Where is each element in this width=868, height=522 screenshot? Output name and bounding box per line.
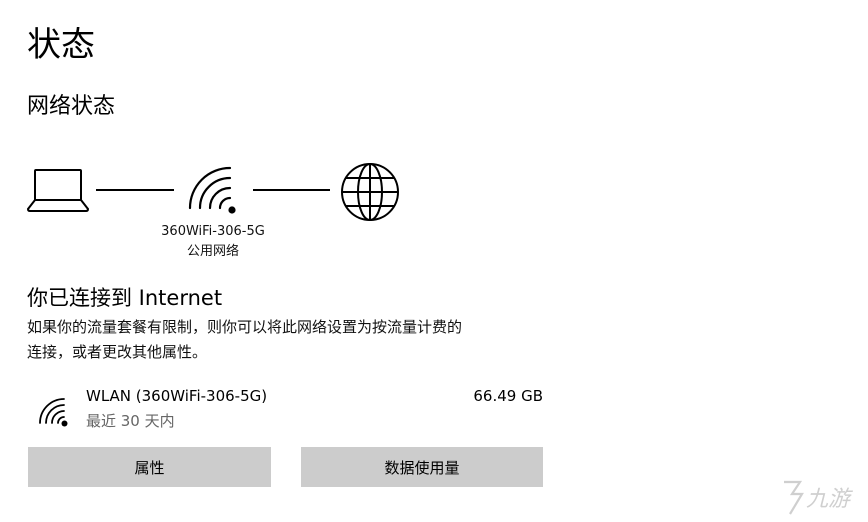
laptop-icon <box>26 169 90 212</box>
globe-icon <box>341 163 399 221</box>
watermark-text: 九游 <box>806 487 854 512</box>
network-name: 360WiFi-306-5G <box>161 224 265 239</box>
adapter-data-usage: 66.49 GB <box>473 387 543 405</box>
logo-icon <box>784 480 804 515</box>
properties-button[interactable]: 属性 <box>28 447 271 487</box>
adapter-usage-period: 最近 30 天内 <box>86 412 175 430</box>
connection-description-line: 连接，或者更改其他属性。 <box>27 343 208 361</box>
network-diagram <box>26 163 399 221</box>
adapter-name: WLAN (360WiFi-306-5G) <box>86 387 268 405</box>
data-usage-button[interactable]: 数据使用量 <box>301 447 543 487</box>
wifi-icon <box>39 398 68 427</box>
connection-status-title: 你已连接到 Internet <box>27 286 223 310</box>
connection-description-line: 如果你的流量套餐有限制，则你可以将此网络设置为按流量计费的 <box>27 318 463 336</box>
watermark-logo: 九游 <box>784 480 854 515</box>
connection-description: 如果你的流量套餐有限制，则你可以将此网络设置为按流量计费的 连接，或者更改其他属… <box>27 315 547 365</box>
wifi-icon <box>188 166 236 214</box>
section-title-network-status: 网络状态 <box>27 94 116 119</box>
page-title: 状态 <box>27 25 95 65</box>
network-type: 公用网络 <box>186 244 239 259</box>
